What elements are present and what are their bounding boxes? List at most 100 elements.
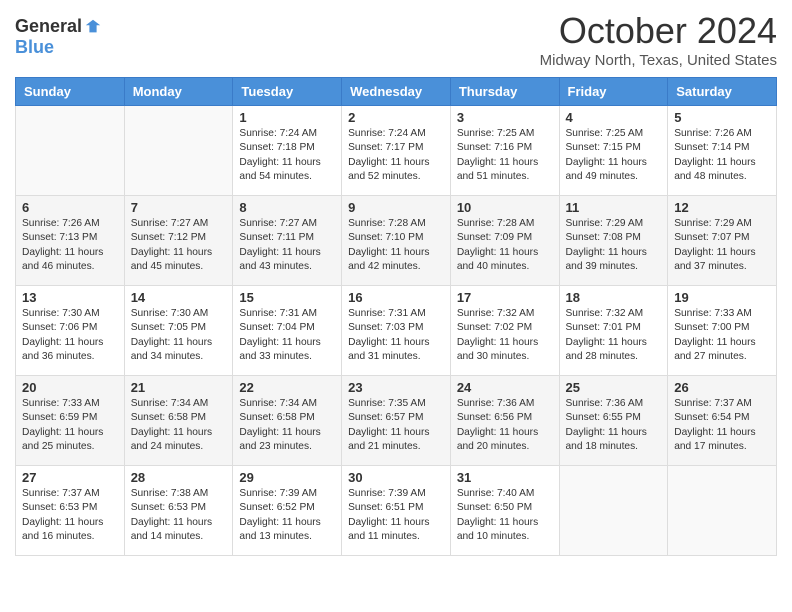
day-number: 9 [348,200,444,215]
day-number: 22 [239,380,335,395]
table-row: 12Sunrise: 7:29 AM Sunset: 7:07 PM Dayli… [668,196,777,286]
day-number: 25 [566,380,662,395]
day-number: 26 [674,380,770,395]
calendar-header-row: Sunday Monday Tuesday Wednesday Thursday… [16,78,777,106]
table-row: 30Sunrise: 7:39 AM Sunset: 6:51 PM Dayli… [342,466,451,556]
table-row: 4Sunrise: 7:25 AM Sunset: 7:15 PM Daylig… [559,106,668,196]
day-number: 7 [131,200,227,215]
day-info: Sunrise: 7:32 AM Sunset: 7:02 PM Dayligh… [457,307,553,364]
day-info: Sunrise: 7:33 AM Sunset: 7:00 PM Dayligh… [674,307,770,364]
day-info: Sunrise: 7:36 AM Sunset: 6:56 PM Dayligh… [457,397,553,454]
day-number: 20 [22,380,118,395]
month-title: October 2024 [540,10,777,52]
day-info: Sunrise: 7:34 AM Sunset: 6:58 PM Dayligh… [239,397,335,454]
header-sunday: Sunday [16,78,125,106]
table-row: 16 Sunrise: 7:31 AM Sunset: 7:03 PM Dayli… [342,286,451,376]
calendar-week-row: 20 Sunrise: 7:33 AM Sunset: 6:59 PM Dayli… [16,376,777,466]
header-tuesday: Tuesday [233,78,342,106]
day-number: 21 [131,380,227,395]
day-info: Sunrise: 7:27 AM Sunset: 7:12 PM Dayligh… [131,217,227,274]
day-number: 27 [22,470,118,485]
day-number: 28 [131,470,227,485]
header-friday: Friday [559,78,668,106]
day-info: Sunrise: 7:38 AM Sunset: 6:53 PM Dayligh… [131,487,227,544]
day-info: Sunrise: 7:29 AM Sunset: 7:08 PM Dayligh… [566,217,662,274]
day-info: Sunrise: 7:27 AM Sunset: 7:11 PM Dayligh… [239,217,335,274]
day-info: Sunrise: 7:28 AM Sunset: 7:10 PM Dayligh… [348,217,444,274]
day-number: 8 [239,200,335,215]
table-row: 25Sunrise: 7:36 AM Sunset: 6:55 PM Dayli… [559,376,668,466]
day-info: Sunrise: 7:31 AM Sunset: 7:04 PM Dayligh… [239,307,335,364]
logo-blue-text: Blue [15,37,54,58]
table-row: 18Sunrise: 7:32 AM Sunset: 7:01 PM Dayli… [559,286,668,376]
day-info: Sunrise: 7:33 AM Sunset: 6:59 PM Dayligh… [22,397,118,454]
table-row: 21Sunrise: 7:34 AM Sunset: 6:58 PM Dayli… [124,376,233,466]
day-info: Sunrise: 7:39 AM Sunset: 6:52 PM Dayligh… [239,487,335,544]
day-number: 23 [348,380,444,395]
table-row: 9 Sunrise: 7:28 AM Sunset: 7:10 PM Daylig… [342,196,451,286]
day-number: 14 [131,290,227,305]
logo-flag-icon [84,18,102,36]
day-info: Sunrise: 7:37 AM Sunset: 6:54 PM Dayligh… [674,397,770,454]
page-header: General Blue October 2024 Midway North, … [15,10,777,69]
day-number: 16 [348,290,444,305]
table-row [16,106,125,196]
day-info: Sunrise: 7:24 AM Sunset: 7:17 PM Dayligh… [348,127,444,184]
calendar-week-row: 1 Sunrise: 7:24 AM Sunset: 7:18 PM Daylig… [16,106,777,196]
table-row: 5 Sunrise: 7:26 AM Sunset: 7:14 PM Daylig… [668,106,777,196]
day-info: Sunrise: 7:26 AM Sunset: 7:14 PM Dayligh… [674,127,770,184]
day-info: Sunrise: 7:26 AM Sunset: 7:13 PM Dayligh… [22,217,118,274]
day-info: Sunrise: 7:28 AM Sunset: 7:09 PM Dayligh… [457,217,553,274]
calendar-week-row: 13Sunrise: 7:30 AM Sunset: 7:06 PM Dayli… [16,286,777,376]
table-row: 29 Sunrise: 7:39 AM Sunset: 6:52 PM Dayli… [233,466,342,556]
day-number: 31 [457,470,553,485]
header-thursday: Thursday [450,78,559,106]
day-number: 17 [457,290,553,305]
day-info: Sunrise: 7:29 AM Sunset: 7:07 PM Dayligh… [674,217,770,274]
day-number: 3 [457,110,553,125]
day-info: Sunrise: 7:25 AM Sunset: 7:16 PM Dayligh… [457,127,553,184]
table-row: 19 Sunrise: 7:33 AM Sunset: 7:00 PM Dayli… [668,286,777,376]
title-area: October 2024 Midway North, Texas, United… [540,10,777,69]
day-number: 6 [22,200,118,215]
day-info: Sunrise: 7:24 AM Sunset: 7:18 PM Dayligh… [239,127,335,184]
day-number: 1 [239,110,335,125]
table-row: 20 Sunrise: 7:33 AM Sunset: 6:59 PM Dayli… [16,376,125,466]
day-info: Sunrise: 7:40 AM Sunset: 6:50 PM Dayligh… [457,487,553,544]
day-number: 5 [674,110,770,125]
table-row: 10 Sunrise: 7:28 AM Sunset: 7:09 PM Dayli… [450,196,559,286]
day-info: Sunrise: 7:37 AM Sunset: 6:53 PM Dayligh… [22,487,118,544]
calendar-week-row: 6 Sunrise: 7:26 AM Sunset: 7:13 PM Daylig… [16,196,777,286]
table-row: 28 Sunrise: 7:38 AM Sunset: 6:53 PM Dayli… [124,466,233,556]
table-row: 6 Sunrise: 7:26 AM Sunset: 7:13 PM Daylig… [16,196,125,286]
header-saturday: Saturday [668,78,777,106]
day-number: 18 [566,290,662,305]
day-number: 2 [348,110,444,125]
table-row: 1 Sunrise: 7:24 AM Sunset: 7:18 PM Daylig… [233,106,342,196]
table-row [668,466,777,556]
table-row: 22 Sunrise: 7:34 AM Sunset: 6:58 PM Dayli… [233,376,342,466]
day-number: 29 [239,470,335,485]
day-number: 10 [457,200,553,215]
logo: General Blue [15,16,102,58]
day-info: Sunrise: 7:31 AM Sunset: 7:03 PM Dayligh… [348,307,444,364]
day-number: 30 [348,470,444,485]
header-monday: Monday [124,78,233,106]
day-number: 19 [674,290,770,305]
table-row: 23 Sunrise: 7:35 AM Sunset: 6:57 PM Dayli… [342,376,451,466]
header-wednesday: Wednesday [342,78,451,106]
table-row [124,106,233,196]
logo-general-text: General [15,16,82,37]
calendar-table: Sunday Monday Tuesday Wednesday Thursday… [15,77,777,556]
table-row: 24Sunrise: 7:36 AM Sunset: 6:56 PM Dayli… [450,376,559,466]
day-info: Sunrise: 7:35 AM Sunset: 6:57 PM Dayligh… [348,397,444,454]
table-row [559,466,668,556]
day-info: Sunrise: 7:30 AM Sunset: 7:05 PM Dayligh… [131,307,227,364]
day-info: Sunrise: 7:25 AM Sunset: 7:15 PM Dayligh… [566,127,662,184]
table-row: 13Sunrise: 7:30 AM Sunset: 7:06 PM Dayli… [16,286,125,376]
table-row: 11 Sunrise: 7:29 AM Sunset: 7:08 PM Dayli… [559,196,668,286]
table-row: 31 Sunrise: 7:40 AM Sunset: 6:50 PM Dayli… [450,466,559,556]
calendar-week-row: 27 Sunrise: 7:37 AM Sunset: 6:53 PM Dayli… [16,466,777,556]
day-number: 11 [566,200,662,215]
table-row: 17 Sunrise: 7:32 AM Sunset: 7:02 PM Dayli… [450,286,559,376]
